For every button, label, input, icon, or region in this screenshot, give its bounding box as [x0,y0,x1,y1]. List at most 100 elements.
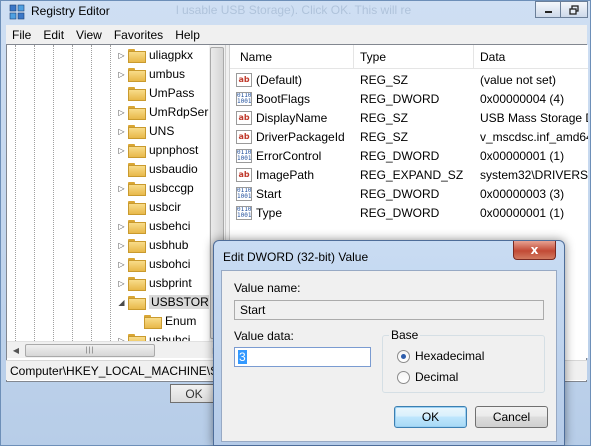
expand-arrow-icon[interactable]: ▷ [117,70,126,79]
radio-selected-icon[interactable] [397,349,410,363]
tree-item-label: UNS [149,124,175,138]
folder-icon [128,201,146,215]
tree-item[interactable]: ▷ usbprint [117,274,192,292]
registry-editor-icon [9,4,25,20]
tree-item[interactable]: usbcir [117,198,181,216]
minimize-icon [544,11,552,13]
restore-button[interactable] [560,1,588,18]
background-ok-button[interactable]: OK [170,384,218,403]
column-name-header[interactable]: Name [240,50,272,64]
expand-arrow-icon[interactable]: ▷ [117,222,126,231]
list-row[interactable]: ab (Default) REG_SZ (value not set) [230,71,588,90]
menu-file[interactable]: File [6,28,37,42]
column-divider[interactable] [473,45,474,69]
tree-item-label: UmPass [149,86,195,100]
tree-item[interactable]: UmPass [117,84,194,102]
expand-arrow-icon[interactable]: ▷ [117,260,126,269]
cancel-button[interactable]: Cancel [475,406,548,428]
tree-item[interactable]: ▷ UNS [117,122,174,140]
expand-arrow-icon[interactable]: ▷ [117,279,126,288]
dialog-body: Value name: Start Value data: 3 Base Hex… [221,270,557,442]
string-value-icon: ab [236,73,252,87]
expand-arrow-icon[interactable]: ▷ [117,184,126,193]
window-title: Registry Editor [31,4,110,18]
close-button[interactable]: x [513,241,556,260]
base-groupbox [382,335,545,393]
column-type-header[interactable]: Type [360,50,386,64]
menu-view[interactable]: View [70,28,108,42]
tree-item[interactable]: ▷ upnphost [117,141,198,159]
tree-item[interactable]: usbaudio [117,160,198,178]
list-row[interactable]: ab DisplayName REG_SZ USB Mass Storage Driv [230,109,588,128]
tree-item-label: uliagpkx [149,48,194,62]
column-data-header[interactable]: Data [480,50,505,64]
value-name-cell: ImagePath [256,168,315,182]
expand-arrow-icon[interactable]: ▷ [117,146,126,155]
expand-arrow-icon[interactable]: ▷ [117,108,126,117]
value-data-text: 3 [238,350,247,364]
string-value-icon: ab [236,168,252,182]
tree-item[interactable]: ▷ usbehci [117,217,190,235]
tree-item-label: usbcir [149,200,182,214]
folder-icon [128,258,146,272]
menu-edit[interactable]: Edit [37,28,70,42]
tree-horizontal-scrollbar[interactable]: ◀ ||| ▶ [7,341,225,358]
value-name-cell: (Default) [256,73,303,87]
decimal-radio[interactable]: Decimal [397,370,458,384]
key-tree[interactable]: ▷ uliagpkx ▷ umbus UmPass ▷ UmRdpSer ▷ UNS ▷ upnph… [7,45,225,341]
folder-icon [128,334,146,341]
minimize-button[interactable] [535,1,561,18]
tree-item-label: UmRdpSer [149,105,209,119]
hexadecimal-radio[interactable]: Hexadecimal [397,349,484,363]
list-row[interactable]: 0110 1001 Type REG_DWORD 0x00000001 (1) [230,204,588,223]
folder-icon [128,106,146,120]
value-data-cell: 0x00000001 (1) [480,149,565,163]
tree-item[interactable]: ▷ umbus [117,65,185,83]
value-type-cell: REG_EXPAND_SZ [360,168,464,182]
base-group-label: Base [389,328,421,342]
folder-icon [128,163,146,177]
string-value-icon: ab [236,130,252,144]
tree-horizontal-scroll-thumb[interactable]: ||| [25,344,155,357]
value-data-cell: 0x00000003 (3) [480,187,565,201]
menu-help[interactable]: Help [169,28,206,42]
folder-icon [128,87,146,101]
caption-buttons [535,1,588,18]
value-type-cell: REG_DWORD [360,187,440,201]
expand-arrow-icon[interactable]: ◢ [117,298,126,307]
tree-item[interactable]: ▷ uliagpkx [117,46,193,64]
ok-button[interactable]: OK [394,406,467,428]
folder-icon [128,220,146,234]
list-row[interactable]: ab DriverPackageId REG_SZ v_mscdsc.inf_amd6… [230,128,588,147]
list-row[interactable]: 0110 1001 BootFlags REG_DWORD 0x00000004 (4… [230,90,588,109]
tree-item-label: usbohci [149,257,191,271]
decimal-label: Decimal [415,370,459,384]
folder-icon [128,277,146,291]
dialog-title: Edit DWORD (32-bit) Value [223,250,369,264]
string-value-icon: ab [236,111,252,125]
tree-item-label: Enum [165,314,197,328]
tree-item[interactable]: ▷ usbuhci [117,331,190,341]
tree-item[interactable]: ▷ usbhub [117,236,188,254]
expand-arrow-icon[interactable]: ▷ [117,241,126,250]
expand-arrow-icon[interactable]: ▷ [117,127,126,136]
value-data-cell: USB Mass Storage Driv [480,111,588,125]
list-row[interactable]: 0110 1001 ErrorControl REG_DWORD 0x00000001… [230,147,588,166]
expand-arrow-icon[interactable]: ▷ [117,51,126,60]
value-data-input[interactable]: 3 [234,347,371,367]
tree-item-label: usbccgp [149,181,194,195]
folder-icon [128,125,146,139]
tree-item[interactable]: ◢ USBSTOR [117,293,211,311]
tree-item[interactable]: ▷ UmRdpSer [117,103,208,121]
folder-icon [128,182,146,196]
list-row[interactable]: 0110 1001 Start REG_DWORD 0x00000003 (3) [230,185,588,204]
scroll-left-arrow-icon[interactable]: ◀ [9,344,23,357]
tree-item[interactable]: ▷ usbccgp [117,179,194,197]
tree-item[interactable]: ▷ usbohci [117,255,190,273]
radio-unselected-icon[interactable] [397,370,410,384]
menu-favorites[interactable]: Favorites [108,28,169,42]
tree-guide-line [91,45,92,341]
list-row[interactable]: ab ImagePath REG_EXPAND_SZ system32\DRIVERS… [230,166,588,185]
tree-item[interactable]: Enum [133,312,196,330]
column-divider[interactable] [353,45,354,69]
